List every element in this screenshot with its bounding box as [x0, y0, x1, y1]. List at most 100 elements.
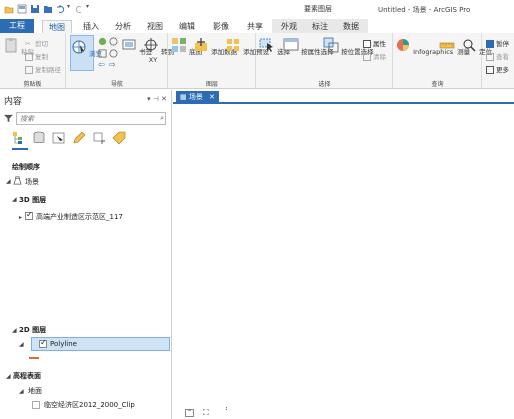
layer-group-label: 图层	[205, 81, 218, 88]
more-icon	[486, 66, 494, 74]
list-by-labeling-icon[interactable]	[112, 131, 126, 145]
inquiry-group-label: 查询	[431, 81, 444, 88]
folder-icon[interactable]	[43, 4, 53, 14]
select-by-attributes-button[interactable]: 按属性选择	[283, 37, 334, 56]
attributes-icon	[363, 40, 371, 48]
list-by-editing-icon[interactable]	[72, 131, 86, 145]
add-preset-button[interactable]: 添加预设	[225, 37, 269, 56]
list-by-selection-icon[interactable]	[52, 131, 66, 145]
copy-button[interactable]: 复制	[25, 51, 48, 61]
crosshair-icon	[144, 38, 158, 52]
tab-appearance[interactable]: 外观	[276, 20, 302, 33]
expand-ground-icon[interactable]: ◢	[19, 388, 24, 395]
search-input[interactable]	[16, 112, 166, 125]
fixed-zoom-icon[interactable]	[109, 37, 118, 46]
tab-view[interactable]: 视图	[142, 20, 168, 33]
attributes-button[interactable]: 属性	[363, 38, 386, 48]
full-extent-icon[interactable]	[98, 37, 107, 46]
view-unplaced-button[interactable]: 查看	[486, 51, 509, 61]
scene-item[interactable]: 场景	[25, 177, 39, 187]
navigator-toggle-icon[interactable]: ⌃	[185, 409, 194, 417]
redo-icon[interactable]	[74, 4, 84, 14]
tab-share[interactable]: 共享	[242, 20, 268, 33]
tab-labeling[interactable]: 标注	[307, 20, 333, 33]
layer-group: 底图 添加数据 添加预设 图层	[169, 33, 269, 89]
zoom-to-selection-icon[interactable]	[98, 49, 107, 58]
previous-extent-icon[interactable]: ⇦	[98, 60, 105, 69]
ground-surface-item[interactable]: 地面	[28, 386, 42, 396]
elevation-source-item[interactable]: 临空经济区2012_2000_Clip	[44, 400, 135, 410]
add-preset-icon	[227, 39, 239, 51]
pause-labeling-button[interactable]: 暂停	[486, 38, 509, 48]
polyline-symbol-swatch[interactable]	[29, 357, 39, 359]
save-icon[interactable]	[30, 4, 40, 14]
fixed-zoom-out-icon[interactable]	[109, 49, 118, 58]
cut-button[interactable]: ✂ 剪切	[25, 38, 48, 48]
pause-label: 暂停	[496, 40, 509, 48]
goto-xy-label-line2: XY	[148, 56, 158, 64]
expand-3d-layers-icon[interactable]: ◢	[12, 196, 17, 203]
paste-icon	[5, 38, 17, 53]
infographics-button[interactable]: Infographics	[395, 37, 453, 56]
scene-icon	[13, 176, 22, 185]
clear-selection-button[interactable]: 清除	[363, 51, 386, 61]
select-by-location-button[interactable]: 按位置选择	[323, 37, 374, 56]
tab-scene-view[interactable]: ▦ 场景 ✕	[176, 91, 219, 103]
list-by-source-icon[interactable]	[32, 131, 46, 145]
3d-layer-visibility-checkbox[interactable]	[25, 210, 33, 220]
infographics-icon	[397, 39, 409, 51]
expand-2d-layers-icon[interactable]: ◢	[12, 327, 17, 334]
more-button[interactable]: 更多	[486, 64, 509, 74]
pause-icon	[486, 40, 494, 48]
tab-map[interactable]: 地图	[42, 20, 72, 33]
expand-3d-layer-icon[interactable]: ▸	[19, 214, 22, 221]
polyline-visibility-checkbox[interactable]	[39, 338, 47, 348]
close-icon[interactable]: ✕	[209, 93, 215, 101]
inquiry-group: Infographics 测量 定位 查询	[394, 33, 492, 89]
expand-scene-icon[interactable]: ◢	[6, 178, 11, 185]
expand-elevation-icon[interactable]: ◢	[6, 373, 11, 380]
expand-polyline-icon[interactable]: ◢	[19, 341, 24, 348]
new-project-icon[interactable]	[17, 4, 27, 14]
customize-toolbar-icon[interactable]: ▾	[86, 3, 96, 13]
goto-xy-button[interactable]: 转到 XY	[143, 37, 174, 64]
tab-insert[interactable]: 插入	[78, 20, 104, 33]
contents-pane: 内容 ▾ ⊣ ✕ ⌕ 绘制顺序 ◢ 场景 ◢ 3D 图层 ▸ 高端产业制造区示范…	[0, 90, 172, 419]
full-extent-nav-icon[interactable]: ⛶	[203, 408, 209, 418]
locate-button[interactable]: 定位	[461, 37, 492, 56]
tab-data[interactable]: 数据	[338, 20, 364, 33]
next-extent-icon[interactable]: ⇨	[109, 60, 116, 69]
open-project-icon[interactable]	[4, 4, 14, 14]
measure-button[interactable]: 测量	[439, 37, 470, 56]
ribbon: 粘贴 ✂ 剪切 复制 复制路径 剪贴板 浏览 ⇦ ⇨ 书签 转到 XY 导航 底…	[0, 33, 514, 89]
select-button[interactable]: 选择	[259, 37, 290, 56]
polyline-layer-item[interactable]: Polyline	[50, 340, 77, 348]
list-by-drawing-order-icon[interactable]	[12, 131, 26, 145]
labeling-group: 暂停 查看 更多	[483, 33, 514, 89]
3d-layer-item[interactable]: 高端产业制造区示范区_117	[36, 212, 123, 222]
tab-edit[interactable]: 编辑	[174, 20, 200, 33]
scale-handle-icon[interactable]: ⠃	[225, 407, 229, 414]
list-by-snapping-icon[interactable]	[92, 131, 106, 145]
undo-icon[interactable]	[56, 4, 66, 14]
paste-button[interactable]: 粘贴	[3, 37, 34, 56]
view-tab-bar: ▦ 场景 ✕	[173, 90, 514, 104]
tab-imagery[interactable]: 影像	[208, 20, 234, 33]
copy-path-button[interactable]: 复制路径	[25, 64, 61, 74]
elevation-source-checkbox[interactable]	[32, 401, 40, 409]
basemap-button[interactable]: 底图	[171, 37, 202, 56]
scene-view[interactable]: ⌃ ⛶ ⠃	[173, 106, 514, 419]
select-cursor-icon	[259, 38, 273, 52]
tab-project[interactable]: 工程	[0, 19, 34, 33]
2d-layers-heading: 2D 图层	[19, 326, 47, 334]
filter-icon[interactable]	[4, 114, 13, 123]
add-data-button[interactable]: 添加数据	[193, 37, 237, 56]
copy-path-label: 复制路径	[35, 66, 61, 74]
explore-button[interactable]: 浏览	[70, 35, 102, 71]
pane-controls[interactable]: ▾ ⊣ ✕	[147, 95, 167, 103]
attributes-label: 属性	[373, 40, 386, 48]
tab-analysis[interactable]: 分析	[110, 20, 136, 33]
search-icon[interactable]: ⌕	[160, 114, 164, 123]
bookmarks-button[interactable]: 书签	[121, 37, 152, 56]
clipboard-group-label: 剪贴板	[23, 81, 42, 88]
